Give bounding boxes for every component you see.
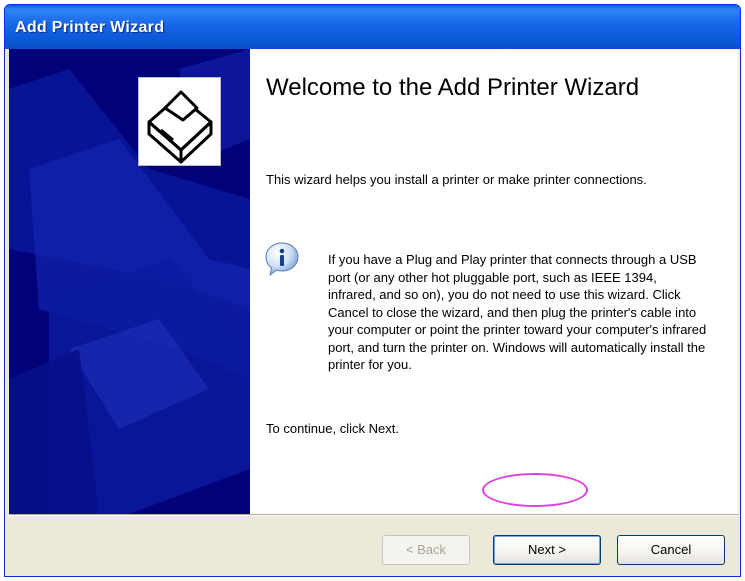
continue-text: To continue, click Next. xyxy=(266,421,399,436)
annotation-circle xyxy=(482,473,588,507)
cancel-button[interactable]: Cancel xyxy=(617,535,725,565)
next-button[interactable]: Next > xyxy=(493,535,601,565)
wizard-side-panel xyxy=(9,49,250,514)
wizard-window: Add Printer Wizard Welcome to the Add Pr… xyxy=(4,4,741,577)
info-message: If you have a Plug and Play printer that… xyxy=(328,252,707,372)
back-button[interactable]: < Back xyxy=(382,535,470,565)
wizard-content: Welcome to the Add Printer Wizard This w… xyxy=(250,49,738,514)
intro-text: This wizard helps you install a printer … xyxy=(266,172,647,187)
info-icon xyxy=(265,242,299,277)
button-separator xyxy=(9,514,738,516)
printer-icon xyxy=(138,77,221,166)
title-bar[interactable]: Add Printer Wizard xyxy=(5,5,740,49)
page-title: Welcome to the Add Printer Wizard xyxy=(266,74,640,101)
window-title: Add Printer Wizard xyxy=(15,19,165,36)
